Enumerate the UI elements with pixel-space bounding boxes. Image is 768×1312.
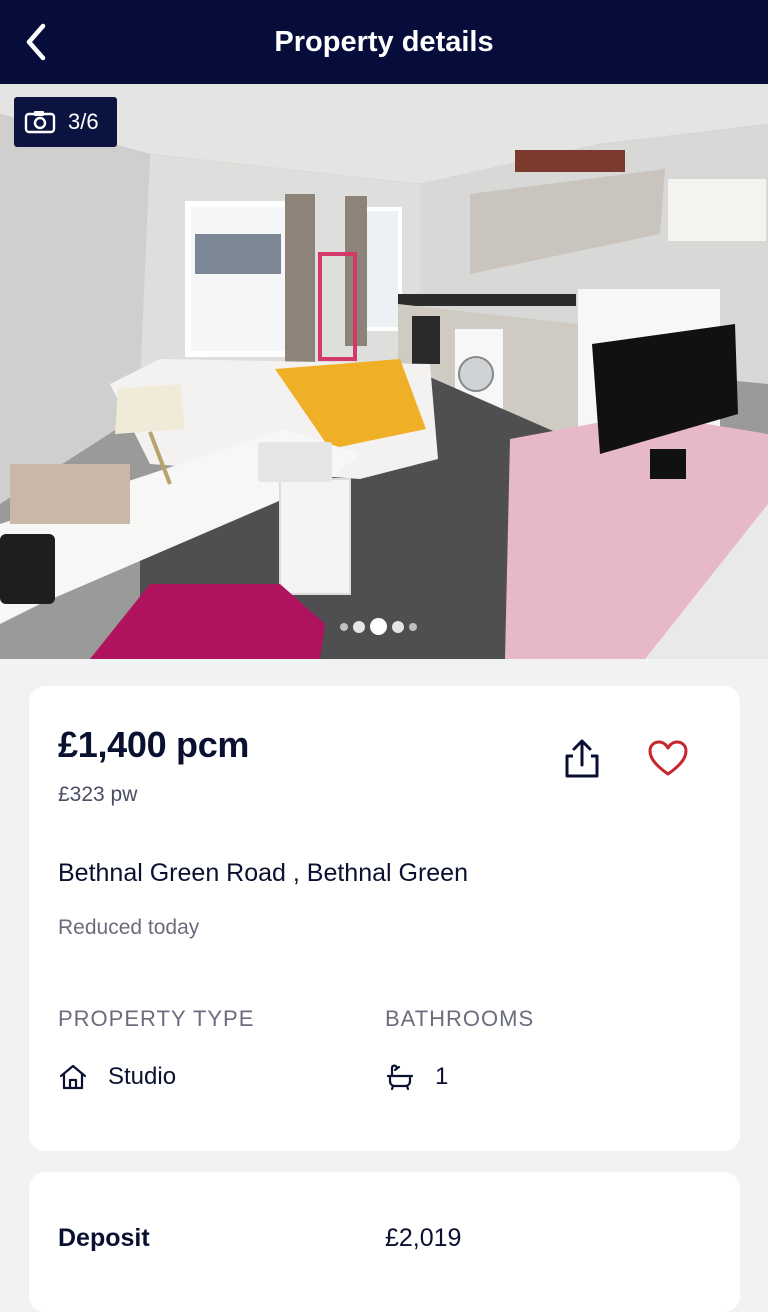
carousel-dot[interactable] xyxy=(353,620,365,633)
heart-icon xyxy=(648,740,688,776)
property-address: Bethnal Green Road , Bethnal Green xyxy=(58,859,468,887)
back-button[interactable] xyxy=(14,20,58,64)
share-icon xyxy=(565,739,599,778)
carousel-dot[interactable] xyxy=(392,620,404,633)
property-type-value: Studio xyxy=(108,1063,177,1090)
property-photo xyxy=(0,84,768,659)
house-icon xyxy=(59,1064,87,1090)
share-button[interactable] xyxy=(559,736,605,782)
property-type: Studio xyxy=(58,1062,176,1092)
price-status: Reduced today xyxy=(58,916,200,939)
favourite-button[interactable] xyxy=(645,736,691,782)
camera-icon xyxy=(24,111,56,134)
property-type-label: PROPERTY TYPE xyxy=(58,1006,255,1031)
top-bar: Property details xyxy=(0,0,768,84)
page-title: Property details xyxy=(274,25,494,58)
carousel-dot[interactable] xyxy=(340,622,348,631)
listing-summary-card: £1,400 pcm £323 pw Bethnal Green Road , … xyxy=(29,686,740,1151)
carousel-dot-active[interactable] xyxy=(370,618,387,635)
bathrooms-label: BATHROOMS xyxy=(385,1006,535,1031)
price-weekly: £323 pw xyxy=(58,783,138,806)
carousel-dots[interactable] xyxy=(340,618,417,635)
carousel-dot[interactable] xyxy=(409,622,417,631)
bathrooms-value: 1 xyxy=(435,1063,449,1090)
back-arrow-icon xyxy=(26,23,46,61)
photo-counter: 3/6 xyxy=(14,97,117,147)
photo-gallery[interactable]: 3/6 xyxy=(0,84,768,659)
photo-counter-text: 3/6 xyxy=(68,109,99,134)
bathrooms: 1 xyxy=(385,1062,448,1092)
deposit-card: Deposit £2,019 xyxy=(29,1172,740,1312)
deposit-label: Deposit xyxy=(58,1224,150,1252)
price-monthly: £1,400 pcm xyxy=(58,724,250,765)
deposit-value: £2,019 xyxy=(385,1224,462,1252)
bathtub-icon xyxy=(386,1064,414,1091)
